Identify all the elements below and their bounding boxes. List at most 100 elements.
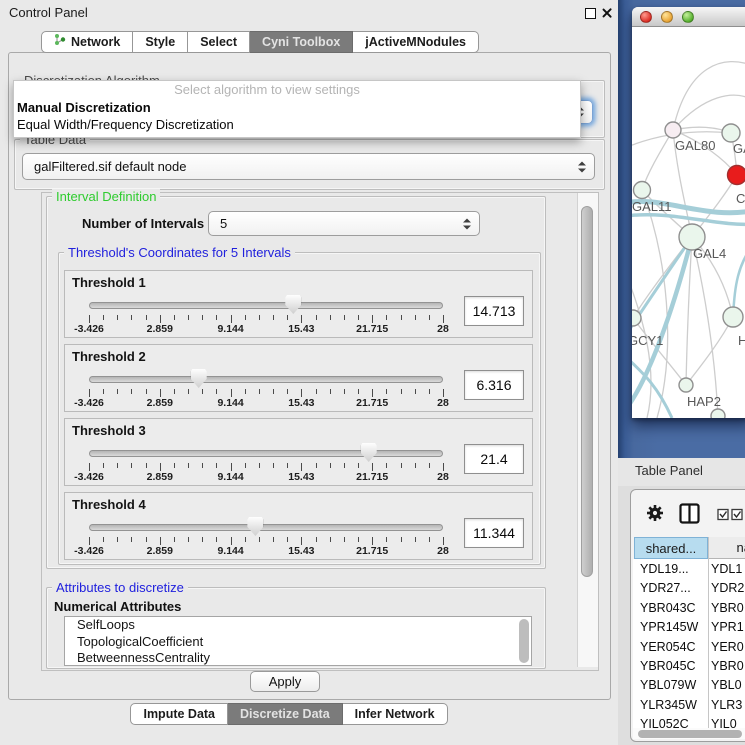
numerical-attributes-label: Numerical Attributes (54, 599, 181, 614)
table-row[interactable]: YDR27... YDR2 (633, 578, 745, 598)
column-layout-icon[interactable] (679, 503, 700, 527)
threshold-value-field[interactable]: 14.713 (464, 296, 524, 326)
cell-shared-name[interactable]: YBL079W (640, 675, 696, 695)
scrollbar-thumb[interactable] (638, 730, 742, 738)
float-window-icon[interactable] (585, 8, 596, 19)
tick-mark (259, 537, 260, 542)
table-row[interactable]: YBR043C YBR0 (633, 598, 745, 618)
list-scrollbar[interactable] (519, 619, 529, 663)
threshold-label: Threshold 3 (72, 423, 146, 438)
tick-mark (146, 463, 147, 468)
threshold-value-field[interactable]: 11.344 (464, 518, 524, 548)
node-right-h[interactable] (723, 307, 743, 327)
apply-button[interactable]: Apply (250, 671, 320, 692)
node-gal80[interactable] (665, 122, 681, 138)
node-label: GAL80 (675, 138, 715, 153)
cell-shared-name[interactable]: YDL19... (640, 559, 689, 579)
number-of-intervals-select[interactable]: 5 (208, 211, 480, 236)
threshold-value-field[interactable]: 6.316 (464, 370, 524, 400)
minimize-traffic-light-icon[interactable] (661, 11, 673, 23)
node-hap2[interactable] (679, 378, 693, 392)
close-traffic-light-icon[interactable] (640, 11, 652, 23)
threshold-slider-thumb[interactable] (247, 517, 263, 536)
cell-shared-name[interactable]: YPR145W (640, 617, 698, 637)
cell-name[interactable]: YER0 (711, 637, 744, 657)
tick-label: 9.144 (201, 397, 261, 409)
tick-mark (273, 389, 274, 394)
threshold-slider-thumb[interactable] (191, 369, 207, 388)
table-row[interactable]: YBR045C YBR0 (633, 656, 745, 676)
tab-jactivemnodules[interactable]: jActiveMNodules (353, 31, 479, 53)
tick-mark (89, 315, 90, 323)
column-header-name[interactable]: na (709, 537, 745, 559)
tick-mark (202, 389, 203, 394)
threshold-slider-thumb[interactable] (361, 443, 377, 462)
cell-shared-name[interactable]: YBR045C (640, 656, 696, 676)
cell-name[interactable]: YBL0 (711, 675, 742, 695)
cell-name[interactable]: YBR0 (711, 598, 744, 618)
algorithm-option[interactable]: Manual Discretization (14, 99, 580, 116)
tab-style[interactable]: Style (133, 31, 188, 53)
table-row[interactable]: YIL052C YIL0 (633, 714, 745, 728)
attribute-list-item[interactable]: SelfLoops (65, 617, 531, 634)
threshold-slider-track[interactable] (89, 376, 443, 383)
tick-mark (358, 389, 359, 394)
threshold-slider-thumb[interactable] (285, 295, 301, 314)
table-row[interactable]: YLR345W YLR3 (633, 695, 745, 715)
horizontal-scrollbar[interactable] (633, 728, 745, 739)
threshold-slider-track[interactable] (89, 302, 443, 309)
table-data-selected-value: galFiltered.sif default node (34, 159, 186, 174)
scrollbar-thumb[interactable] (581, 206, 593, 577)
threshold-slider-track[interactable] (89, 450, 443, 457)
threshold-value-field[interactable]: 21.4 (464, 444, 524, 474)
table-row[interactable]: YBL079W YBL0 (633, 675, 745, 695)
cell-shared-name[interactable]: YLR345W (640, 695, 697, 715)
cell-name[interactable]: YIL0 (711, 714, 737, 728)
tab-network[interactable]: Network (41, 31, 133, 53)
algorithm-option[interactable]: Equal Width/Frequency Discretization (14, 116, 580, 133)
table-row[interactable]: YPR145W YPR1 (633, 617, 745, 637)
node-top-right[interactable] (722, 124, 740, 142)
zoom-traffic-light-icon[interactable] (682, 11, 694, 23)
tab-select[interactable]: Select (188, 31, 250, 53)
vertical-scrollbar[interactable] (577, 193, 598, 667)
tab-cyni-toolbox[interactable]: Cyni Toolbox (250, 31, 353, 53)
cell-shared-name[interactable]: YBR043C (640, 598, 696, 618)
network-canvas[interactable]: GAL80GACGAL11GAL4GCY1HHAP2 (632, 27, 745, 418)
cell-shared-name[interactable]: YIL052C (640, 714, 689, 728)
settings-gear-icon[interactable] (646, 504, 664, 525)
table-row[interactable]: YDL19... YDL1 (633, 559, 745, 579)
node-gcy1[interactable] (632, 310, 641, 326)
attribute-list-item[interactable]: BetweennessCentrality (65, 650, 531, 666)
node-gal11[interactable] (634, 182, 651, 199)
node-selected-red[interactable] (728, 166, 745, 185)
threshold-slider-track[interactable] (89, 524, 443, 531)
column-header-shared-name[interactable]: shared... (634, 537, 708, 559)
cell-shared-name[interactable]: YDR27... (640, 578, 691, 598)
table-row[interactable]: YER054C YER0 (633, 637, 745, 657)
cell-name[interactable]: YLR3 (711, 695, 742, 715)
network-window-titlebar[interactable] (632, 7, 745, 27)
tick-label: 15.43 (271, 323, 331, 335)
tick-mark (443, 537, 444, 545)
select-columns-checkboxes-icon[interactable] (717, 508, 744, 524)
bottom-tab-discretize-data[interactable]: Discretize Data (228, 703, 343, 725)
node-label: GAL4 (693, 246, 726, 261)
node-bottom-partial[interactable] (711, 409, 725, 418)
bottom-tab-infer-network[interactable]: Infer Network (343, 703, 448, 725)
close-icon[interactable] (601, 7, 613, 19)
tick-mark (401, 463, 402, 468)
attribute-list-item[interactable]: TopologicalCoefficient (65, 634, 531, 651)
tick-mark (131, 463, 132, 468)
tick-mark (103, 315, 104, 320)
cell-name[interactable]: YDR2 (711, 578, 744, 598)
cell-shared-name[interactable]: YER054C (640, 637, 696, 657)
cell-name[interactable]: YPR1 (711, 617, 744, 637)
numerical-attributes-list[interactable]: SelfLoopsTopologicalCoefficientBetweenne… (64, 616, 532, 666)
bottom-tab-impute-data[interactable]: Impute Data (130, 703, 228, 725)
tick-mark (358, 537, 359, 542)
cell-name[interactable]: YBR0 (711, 656, 744, 676)
table-data-select[interactable]: galFiltered.sif default node (22, 153, 595, 180)
number-of-intervals-label: Number of Intervals (82, 216, 204, 231)
cell-name[interactable]: YDL1 (711, 559, 742, 579)
